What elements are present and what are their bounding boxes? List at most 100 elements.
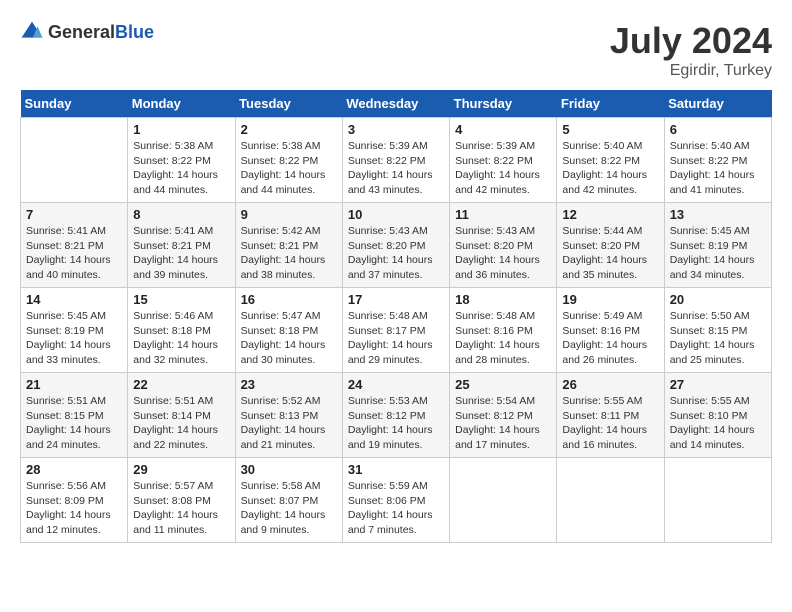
cell-w3-d1: 14 Sunrise: 5:45 AMSunset: 8:19 PMDayligh… [21, 288, 128, 373]
cell-w2-d2: 8Sunrise: 5:41 AMSunset: 8:21 PMDaylight… [128, 203, 235, 288]
cell-w5-d4: 31 Sunrise: 5:59 AMSunset: 8:06 PMDayligh… [342, 458, 449, 543]
cell-w4-d6: 26Sunrise: 5:55 AMSunset: 8:11 PMDayligh… [557, 373, 664, 458]
cell-w4-d5: 25Sunrise: 5:54 AMSunset: 8:12 PMDayligh… [450, 373, 557, 458]
week-row-2: 7 Sunrise: 5:41 AMSunset: 8:21 PMDaylight… [21, 203, 772, 288]
day-number: 18 [455, 292, 551, 307]
day-number: 30 [241, 462, 337, 477]
day-info: Sunrise: 5:40 AMSunset: 8:22 PMDaylight:… [562, 139, 658, 198]
day-info: Sunrise: 5:46 AMSunset: 8:18 PMDaylight:… [133, 309, 229, 368]
day-number: 3 [348, 122, 444, 137]
cell-w4-d2: 22 Sunrise: 5:51 AMSunset: 8:14 PMDayligh… [128, 373, 235, 458]
cell-w4-d1: 21 Sunrise: 5:51 AMSunset: 8:15 PMDayligh… [21, 373, 128, 458]
cell-w1-d5: 4Sunrise: 5:39 AMSunset: 8:22 PMDaylight… [450, 118, 557, 203]
day-number: 14 [26, 292, 122, 307]
day-number: 22 [133, 377, 229, 392]
day-info: Sunrise: 5:54 AMSunset: 8:12 PMDaylight:… [455, 394, 551, 453]
day-number: 9 [241, 207, 337, 222]
day-number: 16 [241, 292, 337, 307]
day-number: 6 [670, 122, 766, 137]
cell-w4-d4: 24Sunrise: 5:53 AMSunset: 8:12 PMDayligh… [342, 373, 449, 458]
cell-w2-d1: 7 Sunrise: 5:41 AMSunset: 8:21 PMDaylight… [21, 203, 128, 288]
cell-w1-d4: 3Sunrise: 5:39 AMSunset: 8:22 PMDaylight… [342, 118, 449, 203]
cell-w5-d6 [557, 458, 664, 543]
day-info: Sunrise: 5:42 AMSunset: 8:21 PMDaylight:… [241, 224, 337, 283]
cell-w2-d3: 9 Sunrise: 5:42 AMSunset: 8:21 PMDaylight… [235, 203, 342, 288]
location: Egirdir, Turkey [610, 62, 772, 80]
cell-w1-d1 [21, 118, 128, 203]
cell-w3-d3: 16Sunrise: 5:47 AMSunset: 8:18 PMDayligh… [235, 288, 342, 373]
col-tuesday: Tuesday [235, 90, 342, 118]
day-number: 27 [670, 377, 766, 392]
day-info: Sunrise: 5:38 AMSunset: 8:22 PMDaylight:… [133, 139, 229, 198]
col-wednesday: Wednesday [342, 90, 449, 118]
day-info: Sunrise: 5:43 AMSunset: 8:20 PMDaylight:… [455, 224, 551, 283]
day-number: 7 [26, 207, 122, 222]
day-info: Sunrise: 5:49 AMSunset: 8:16 PMDaylight:… [562, 309, 658, 368]
header-row: Sunday Monday Tuesday Wednesday Thursday… [21, 90, 772, 118]
col-thursday: Thursday [450, 90, 557, 118]
cell-w1-d2: 1 Sunrise: 5:38 AMSunset: 8:22 PMDaylight… [128, 118, 235, 203]
cell-w5-d5 [450, 458, 557, 543]
week-row-1: 1 Sunrise: 5:38 AMSunset: 8:22 PMDaylight… [21, 118, 772, 203]
cell-w5-d1: 28Sunrise: 5:56 AMSunset: 8:09 PMDayligh… [21, 458, 128, 543]
day-info: Sunrise: 5:58 AMSunset: 8:07 PMDaylight:… [241, 479, 337, 538]
cell-w5-d3: 30 Sunrise: 5:58 AMSunset: 8:07 PMDayligh… [235, 458, 342, 543]
day-number: 15 [133, 292, 229, 307]
col-monday: Monday [128, 90, 235, 118]
day-number: 12 [562, 207, 658, 222]
day-number: 20 [670, 292, 766, 307]
col-saturday: Saturday [664, 90, 771, 118]
day-number: 10 [348, 207, 444, 222]
day-number: 17 [348, 292, 444, 307]
month-year: July 2024 [610, 20, 772, 62]
cell-w3-d6: 19 Sunrise: 5:49 AMSunset: 8:16 PMDayligh… [557, 288, 664, 373]
day-info: Sunrise: 5:52 AMSunset: 8:13 PMDaylight:… [241, 394, 337, 453]
day-number: 31 [348, 462, 444, 477]
day-info: Sunrise: 5:51 AMSunset: 8:14 PMDaylight:… [133, 394, 229, 453]
day-info: Sunrise: 5:59 AMSunset: 8:06 PMDaylight:… [348, 479, 444, 538]
cell-w4-d3: 23 Sunrise: 5:52 AMSunset: 8:13 PMDayligh… [235, 373, 342, 458]
day-info: Sunrise: 5:41 AMSunset: 8:21 PMDaylight:… [133, 224, 229, 283]
day-number: 29 [133, 462, 229, 477]
logo-icon [20, 20, 44, 44]
cell-w2-d4: 10Sunrise: 5:43 AMSunset: 8:20 PMDayligh… [342, 203, 449, 288]
day-number: 4 [455, 122, 551, 137]
day-info: Sunrise: 5:38 AMSunset: 8:22 PMDaylight:… [241, 139, 337, 198]
col-friday: Friday [557, 90, 664, 118]
day-info: Sunrise: 5:51 AMSunset: 8:15 PMDaylight:… [26, 394, 122, 453]
cell-w5-d2: 29 Sunrise: 5:57 AMSunset: 8:08 PMDayligh… [128, 458, 235, 543]
day-number: 11 [455, 207, 551, 222]
cell-w2-d7: 13 Sunrise: 5:45 AMSunset: 8:19 PMDayligh… [664, 203, 771, 288]
day-info: Sunrise: 5:48 AMSunset: 8:16 PMDaylight:… [455, 309, 551, 368]
day-number: 1 [133, 122, 229, 137]
day-number: 21 [26, 377, 122, 392]
cell-w1-d7: 6Sunrise: 5:40 AMSunset: 8:22 PMDaylight… [664, 118, 771, 203]
cell-w1-d3: 2 Sunrise: 5:38 AMSunset: 8:22 PMDaylight… [235, 118, 342, 203]
cell-w2-d6: 12 Sunrise: 5:44 AMSunset: 8:20 PMDayligh… [557, 203, 664, 288]
week-row-5: 28Sunrise: 5:56 AMSunset: 8:09 PMDayligh… [21, 458, 772, 543]
cell-w3-d2: 15 Sunrise: 5:46 AMSunset: 8:18 PMDayligh… [128, 288, 235, 373]
day-info: Sunrise: 5:57 AMSunset: 8:08 PMDaylight:… [133, 479, 229, 538]
day-info: Sunrise: 5:41 AMSunset: 8:21 PMDaylight:… [26, 224, 122, 283]
day-info: Sunrise: 5:45 AMSunset: 8:19 PMDaylight:… [670, 224, 766, 283]
day-info: Sunrise: 5:45 AMSunset: 8:19 PMDaylight:… [26, 309, 122, 368]
cell-w3-d5: 18 Sunrise: 5:48 AMSunset: 8:16 PMDayligh… [450, 288, 557, 373]
page-header: GeneralBlue July 2024 Egirdir, Turkey [20, 20, 772, 80]
day-info: Sunrise: 5:48 AMSunset: 8:17 PMDaylight:… [348, 309, 444, 368]
cell-w3-d7: 20Sunrise: 5:50 AMSunset: 8:15 PMDayligh… [664, 288, 771, 373]
logo-general: GeneralBlue [48, 22, 154, 43]
day-number: 23 [241, 377, 337, 392]
cell-w1-d6: 5 Sunrise: 5:40 AMSunset: 8:22 PMDaylight… [557, 118, 664, 203]
day-number: 2 [241, 122, 337, 137]
day-info: Sunrise: 5:55 AMSunset: 8:11 PMDaylight:… [562, 394, 658, 453]
cell-w5-d7 [664, 458, 771, 543]
day-info: Sunrise: 5:44 AMSunset: 8:20 PMDaylight:… [562, 224, 658, 283]
cell-w2-d5: 11 Sunrise: 5:43 AMSunset: 8:20 PMDayligh… [450, 203, 557, 288]
cell-w4-d7: 27 Sunrise: 5:55 AMSunset: 8:10 PMDayligh… [664, 373, 771, 458]
day-number: 19 [562, 292, 658, 307]
day-info: Sunrise: 5:56 AMSunset: 8:09 PMDaylight:… [26, 479, 122, 538]
day-info: Sunrise: 5:55 AMSunset: 8:10 PMDaylight:… [670, 394, 766, 453]
day-number: 5 [562, 122, 658, 137]
calendar-table: Sunday Monday Tuesday Wednesday Thursday… [20, 90, 772, 543]
day-number: 13 [670, 207, 766, 222]
